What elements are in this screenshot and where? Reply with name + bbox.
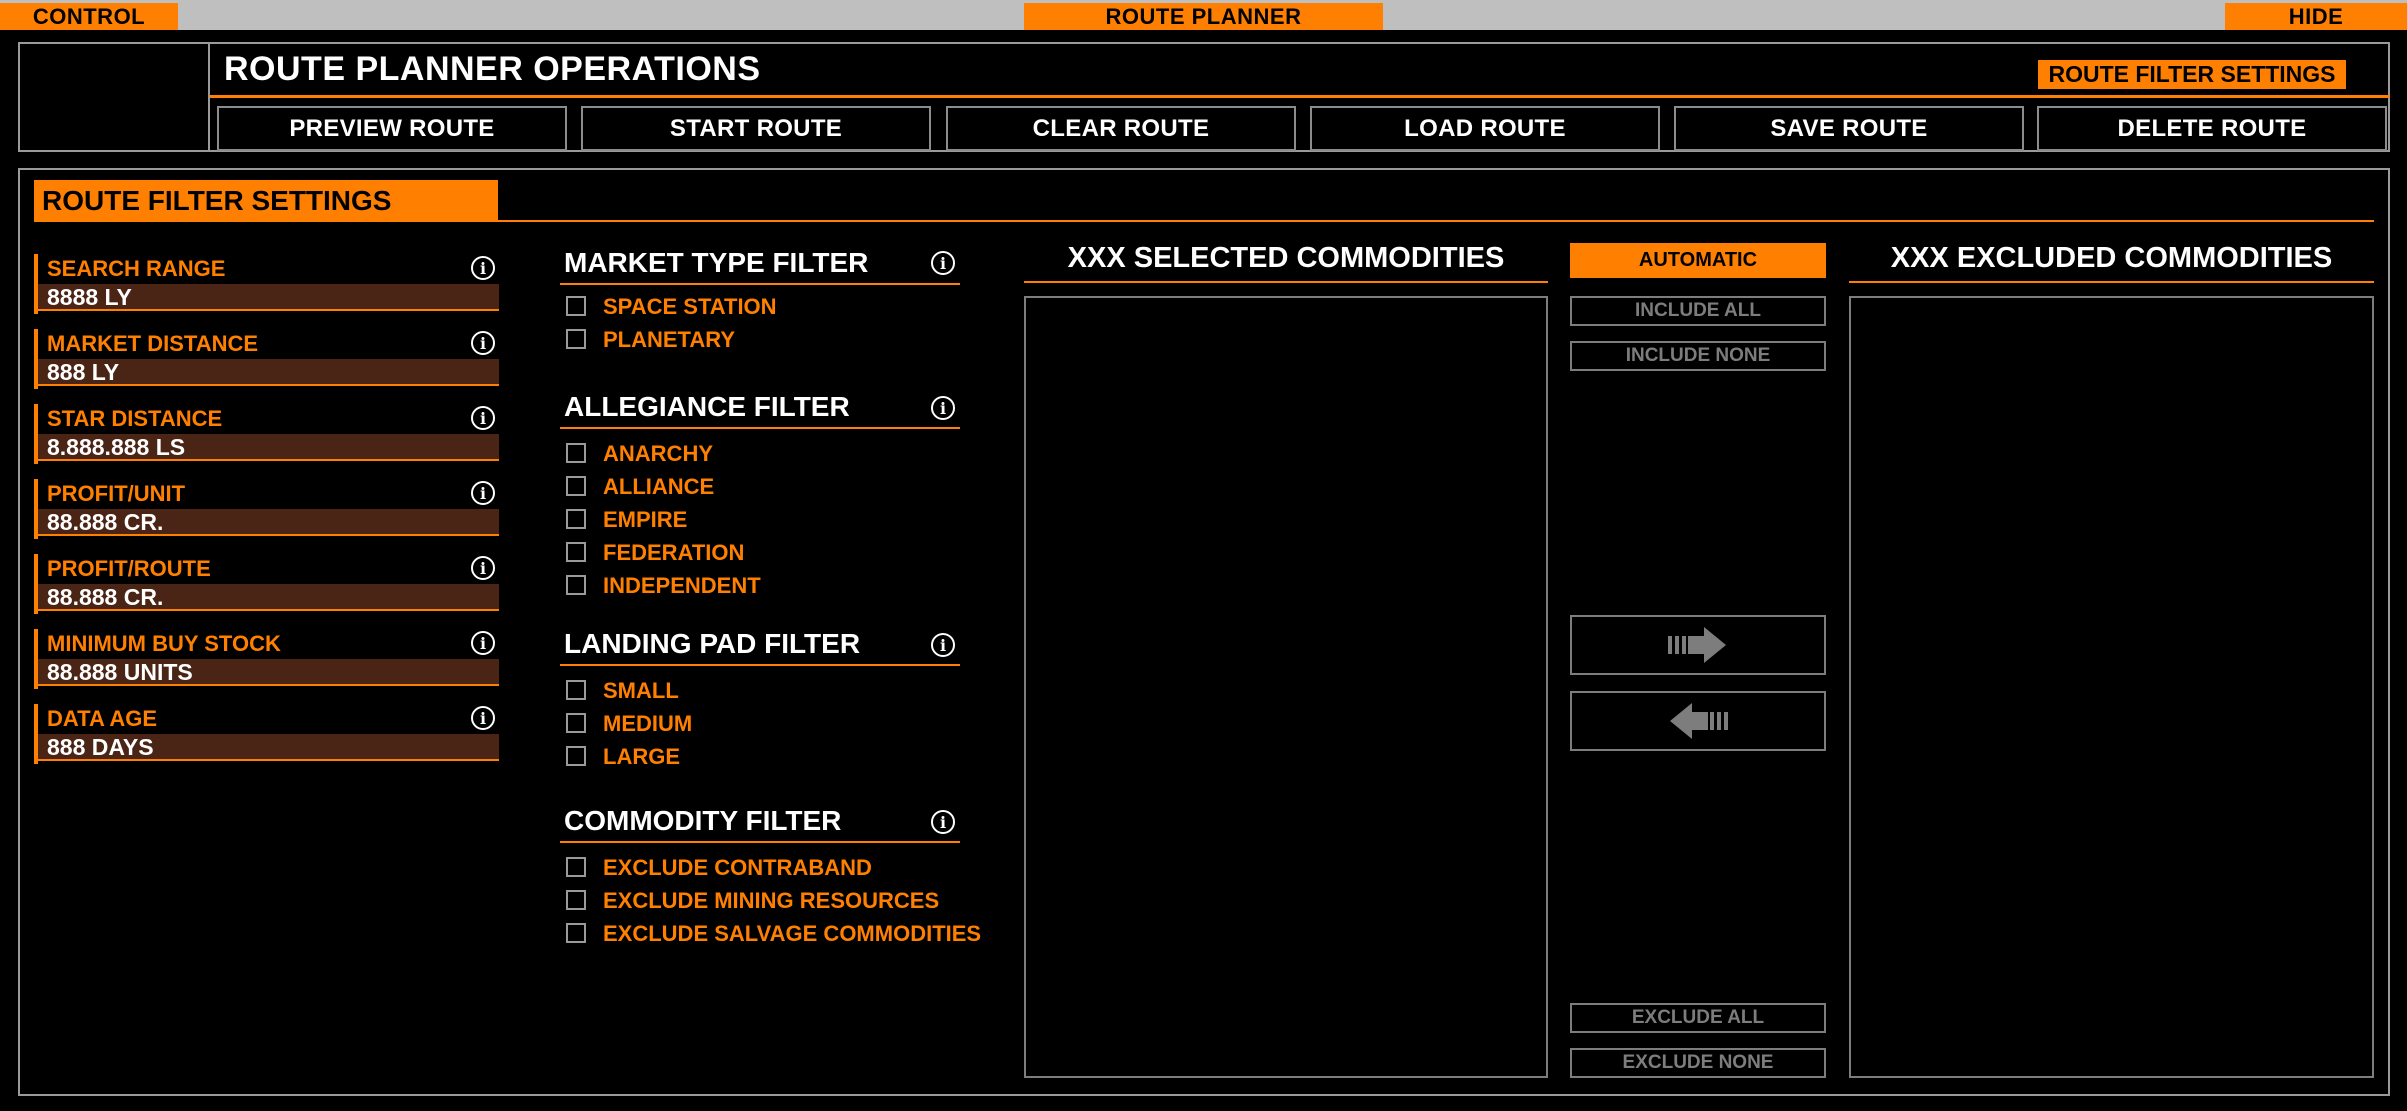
- excluded-commodities-list[interactable]: [1849, 296, 2374, 1078]
- info-icon[interactable]: i: [471, 631, 495, 655]
- data-age-field[interactable]: DATA AGE 888 DAYS: [34, 704, 499, 764]
- arrow-right-icon: [1668, 627, 1726, 663]
- checkbox-label[interactable]: SMALL: [603, 678, 679, 704]
- market-type-filter-title: MARKET TYPE FILTER: [564, 247, 869, 278]
- field-value[interactable]: 88.888 CR.: [47, 584, 163, 611]
- checkbox-label[interactable]: FEDERATION: [603, 540, 744, 566]
- include-none-button[interactable]: INCLUDE NONE: [1570, 341, 1826, 371]
- field-value[interactable]: 8888 LY: [47, 284, 132, 311]
- empire-checkbox[interactable]: [566, 509, 586, 529]
- load-route-button[interactable]: LOAD ROUTE: [1310, 106, 1660, 151]
- logo-area: [18, 42, 210, 152]
- checkbox-label[interactable]: EXCLUDE SALVAGE COMMODITIES: [603, 921, 981, 947]
- info-icon[interactable]: i: [471, 331, 495, 355]
- large-pad-checkbox[interactable]: [566, 746, 586, 766]
- star-distance-field[interactable]: STAR DISTANCE 8.888.888 LS: [34, 404, 499, 464]
- alliance-checkbox[interactable]: [566, 476, 586, 496]
- field-value[interactable]: 888 LY: [47, 359, 119, 386]
- field-label: SEARCH RANGE: [47, 256, 226, 281]
- field-label: PROFIT/UNIT: [47, 481, 186, 506]
- checkbox-label[interactable]: EXCLUDE MINING RESOURCES: [603, 888, 939, 914]
- exclude-none-button[interactable]: EXCLUDE NONE: [1570, 1048, 1826, 1078]
- profit-unit-field[interactable]: PROFIT/UNIT 88.888 CR.: [34, 479, 499, 539]
- field-value[interactable]: 88.888 UNITS: [47, 659, 193, 686]
- clear-route-button[interactable]: CLEAR ROUTE: [946, 106, 1296, 151]
- start-route-button[interactable]: START ROUTE: [581, 106, 931, 151]
- top-bar: CONTROL ROUTE PLANNER HIDE: [0, 0, 2407, 30]
- checkbox-label[interactable]: INDEPENDENT: [603, 573, 761, 599]
- filter-divider: [560, 283, 960, 285]
- planetary-checkbox[interactable]: [566, 329, 586, 349]
- control-button[interactable]: CONTROL: [0, 3, 178, 30]
- field-label: DATA AGE: [47, 706, 157, 731]
- checkbox-label[interactable]: EMPIRE: [603, 507, 687, 533]
- list-divider: [1024, 281, 1548, 283]
- checkbox-label[interactable]: ANARCHY: [603, 441, 713, 467]
- move-to-selected-button[interactable]: [1570, 691, 1826, 751]
- route-planner-tab[interactable]: ROUTE PLANNER: [1024, 3, 1383, 30]
- info-icon[interactable]: i: [471, 556, 495, 580]
- checkbox-label[interactable]: ALLIANCE: [603, 474, 714, 500]
- checkbox-label[interactable]: PLANETARY: [603, 327, 735, 353]
- delete-route-button[interactable]: DELETE ROUTE: [2037, 106, 2387, 151]
- commodity-filter-title: COMMODITY FILTER: [564, 805, 842, 836]
- excluded-commodities-title: XXX EXCLUDED COMMODITIES: [1890, 242, 2333, 274]
- allegiance-filter-title: ALLEGIANCE FILTER: [564, 391, 850, 422]
- space-station-checkbox[interactable]: [566, 296, 586, 316]
- exclude-all-button[interactable]: EXCLUDE ALL: [1570, 1003, 1826, 1033]
- field-value[interactable]: 8.888.888 LS: [47, 434, 185, 461]
- small-pad-checkbox[interactable]: [566, 680, 586, 700]
- selected-commodities-list[interactable]: [1024, 296, 1548, 1078]
- exclude-mining-resources-checkbox[interactable]: [566, 890, 586, 910]
- checkbox-label[interactable]: EXCLUDE CONTRABAND: [603, 855, 872, 881]
- exclude-salvage-commodities-checkbox[interactable]: [566, 923, 586, 943]
- save-route-button[interactable]: SAVE ROUTE: [1674, 106, 2024, 151]
- hide-button[interactable]: HIDE: [2225, 3, 2407, 30]
- selected-commodities-title: XXX SELECTED COMMODITIES: [1067, 242, 1505, 274]
- info-icon[interactable]: i: [931, 810, 955, 834]
- market-distance-field[interactable]: MARKET DISTANCE 888 LY: [34, 329, 499, 389]
- checkbox-label[interactable]: LARGE: [603, 744, 680, 770]
- list-divider: [1849, 281, 2374, 283]
- info-icon[interactable]: i: [931, 633, 955, 657]
- info-icon[interactable]: i: [471, 406, 495, 430]
- header-divider: [210, 95, 2390, 98]
- automatic-button[interactable]: AUTOMATIC: [1570, 243, 1826, 278]
- include-all-button[interactable]: INCLUDE ALL: [1570, 296, 1826, 326]
- field-label: MINIMUM BUY STOCK: [47, 631, 281, 656]
- filter-divider: [560, 664, 960, 666]
- info-icon[interactable]: i: [931, 251, 955, 275]
- arrow-left-icon: [1670, 703, 1728, 739]
- checkbox-label[interactable]: SPACE STATION: [603, 294, 777, 320]
- page-title: ROUTE PLANNER OPERATIONS: [224, 50, 761, 88]
- field-label: STAR DISTANCE: [47, 406, 223, 431]
- field-value[interactable]: 88.888 CR.: [47, 509, 163, 536]
- minimum-buy-stock-field[interactable]: MINIMUM BUY STOCK 88.888 UNITS: [34, 629, 499, 689]
- search-range-field[interactable]: SEARCH RANGE 8888 LY: [34, 254, 499, 314]
- field-label: MARKET DISTANCE: [47, 331, 259, 356]
- info-icon[interactable]: i: [471, 481, 495, 505]
- panel-divider: [498, 220, 2374, 222]
- filter-divider: [560, 841, 960, 843]
- info-icon[interactable]: i: [471, 706, 495, 730]
- federation-checkbox[interactable]: [566, 542, 586, 562]
- landing-pad-filter-title: LANDING PAD FILTER: [564, 628, 861, 659]
- field-value[interactable]: 888 DAYS: [47, 734, 154, 761]
- preview-route-button[interactable]: PREVIEW ROUTE: [217, 106, 567, 151]
- profit-route-field[interactable]: PROFIT/ROUTE 88.888 CR.: [34, 554, 499, 614]
- medium-pad-checkbox[interactable]: [566, 713, 586, 733]
- exclude-contraband-checkbox[interactable]: [566, 857, 586, 877]
- filter-divider: [560, 427, 960, 429]
- anarchy-checkbox[interactable]: [566, 443, 586, 463]
- info-icon[interactable]: i: [471, 256, 495, 280]
- info-icon[interactable]: i: [931, 396, 955, 420]
- move-to-excluded-button[interactable]: [1570, 615, 1826, 675]
- panel-title: ROUTE FILTER SETTINGS: [34, 180, 498, 222]
- route-filter-settings-button[interactable]: ROUTE FILTER SETTINGS: [2038, 60, 2346, 89]
- checkbox-label[interactable]: MEDIUM: [603, 711, 692, 737]
- independent-checkbox[interactable]: [566, 575, 586, 595]
- field-label: PROFIT/ROUTE: [47, 556, 211, 581]
